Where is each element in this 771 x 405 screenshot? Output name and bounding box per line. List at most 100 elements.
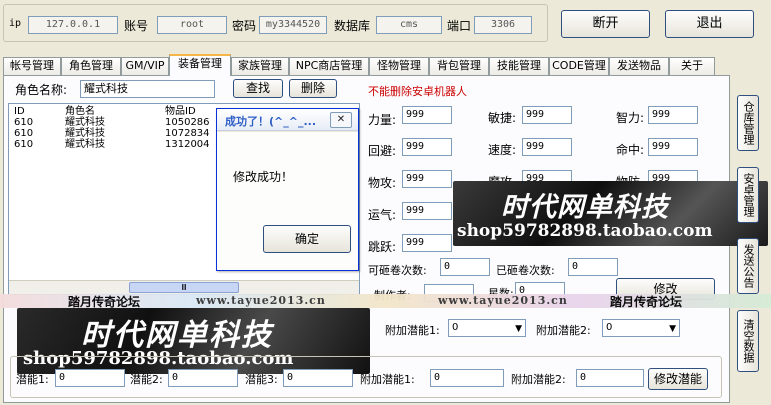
database-field[interactable]: cms [376,16,442,34]
watermark-strip: 踏月传奇论坛 www.tayue2013.cn www.tayue2013.cn… [0,294,771,309]
tab-bag[interactable]: 背包管理 [429,57,489,75]
acc-input[interactable]: 999 [648,138,698,156]
tab-monster[interactable]: 怪物管理 [369,57,429,75]
cell-role: 耀式科技 [65,128,105,139]
scrollbar-thumb[interactable]: Ⅲ [129,282,239,293]
chevron-down-icon: ▼ [515,324,522,334]
close-icon: ✕ [336,114,346,125]
speed-label: 速度: [488,143,517,157]
pot1-label: 潜能1: [16,373,49,386]
tab-gm-vip[interactable]: GM/VIP [121,57,169,75]
table-row[interactable]: 610 耀式科技 1312004 [11,139,228,150]
ip-label: ip [9,18,22,29]
port-label: 端口 [447,19,472,33]
watermark-shop: shop59782898.taobao.com [457,221,713,241]
watermark-brand: 时代网单科技 [501,192,669,223]
luck-input[interactable]: 999 [402,202,452,220]
watermark-forum-right: 踏月传奇论坛 [610,295,683,309]
pot2-label: 潜能2: [130,373,163,386]
tab-skill[interactable]: 技能管理 [489,57,549,75]
dialog-body: 修改成功！ 确定 [217,132,358,270]
success-dialog: 成功了！(^_^_... ✕ 修改成功！ 确定 [216,108,359,271]
extra-pot2-select[interactable]: 0 ▼ [602,319,680,337]
clear-data-button[interactable]: 清空数据 [737,310,759,372]
account-field[interactable]: root [157,16,227,34]
chevron-down-icon: ▼ [669,324,676,334]
extra-pot1-select[interactable]: 0 ▼ [448,319,526,337]
scroll-used-label: 已砸卷次数: [496,264,555,277]
str-input[interactable]: 999 [402,106,452,124]
patk-label: 物攻: [368,176,397,190]
table-row[interactable]: 610 耀式科技 1072834 [11,128,228,139]
extra-pot2-label: 附加潜能2: [536,324,591,337]
scrollbar-grip: Ⅲ [181,283,187,292]
pot3-label: 潜能3: [245,373,278,386]
table-header: ID 角色名 物品ID [11,106,228,117]
dialog-title: 成功了！(^_^_... [225,115,316,128]
tab-send-item[interactable]: 发送物品 [609,57,669,75]
tab-account[interactable]: 帐号管理 [3,57,61,75]
str-label: 力量: [368,113,397,127]
extra2-input[interactable]: 0 [576,369,644,387]
watermark-banner-top: 时代网单科技 shop59782898.taobao.com [453,181,768,246]
jump-input[interactable]: 999 [402,234,452,252]
pot1-input[interactable]: 0 [55,369,125,387]
speed-input[interactable]: 999 [522,138,572,156]
announce-button[interactable]: 发送公告 [737,238,759,294]
column-header-role[interactable]: 角色名 [62,106,162,117]
dialog-close-button[interactable]: ✕ [330,112,352,128]
patk-input[interactable]: 999 [402,170,452,188]
modify-potential-button[interactable]: 修改潜能 [648,368,708,390]
cell-id: 610 [14,117,34,128]
warehouse-button[interactable]: 仓库管理 [737,95,759,151]
dialog-titlebar[interactable]: 成功了！(^_^_... ✕ [217,109,358,131]
password-label: 密码 [232,19,257,33]
luck-label: 运气: [368,208,397,222]
search-button[interactable]: 查找 [233,79,283,98]
jump-label: 跳跃: [368,240,397,254]
ip-field[interactable]: 127.0.0.1 [28,16,118,34]
tab-about[interactable]: 关于 [669,57,715,75]
extra2-label: 附加潜能2: [511,373,566,386]
port-field[interactable]: 3306 [474,16,532,34]
dialog-message: 修改成功！ [233,170,294,184]
scroll-used-input[interactable]: 0 [568,258,618,276]
cell-id: 610 [14,128,34,139]
extra1-label: 附加潜能1: [360,373,415,386]
android-button[interactable]: 安卓管理 [737,167,759,223]
int-input[interactable]: 999 [648,106,698,124]
scroll-avail-input[interactable]: 0 [440,258,490,276]
extra1-input[interactable]: 0 [430,369,504,387]
extra-pot2-value: 0 [606,322,613,333]
database-label: 数据库 [334,19,371,33]
table-row[interactable]: 610 耀式科技 1050286 [11,117,228,128]
disconnect-button[interactable]: 断开 [561,10,650,38]
role-name-input[interactable]: 耀式科技 [80,80,215,98]
watermark-url-left: www.tayue2013.cn [196,294,326,307]
tab-family[interactable]: 家族管理 [231,57,289,75]
pot3-input[interactable]: 0 [283,369,353,387]
delete-button[interactable]: 删除 [289,79,337,98]
pot2-input[interactable]: 0 [168,369,238,387]
warning-text: 不能删除安卓机器人 [368,85,467,98]
dialog-ok-button[interactable]: 确定 [263,225,351,253]
tab-npc-shop[interactable]: NPC商店管理 [289,57,369,75]
cell-role: 耀式科技 [65,139,105,150]
tab-equipment[interactable]: 装备管理 [169,54,231,76]
horizontal-scrollbar[interactable]: Ⅲ [9,280,359,294]
int-label: 智力: [616,111,645,125]
tab-role[interactable]: 角色管理 [61,57,121,75]
item-table: ID 角色名 物品ID 610 耀式科技 1050286 610 耀式科技 10… [11,106,228,150]
avoid-input[interactable]: 999 [402,138,452,156]
account-label: 账号 [124,19,149,33]
dex-label: 敏捷: [488,111,517,125]
tab-code[interactable]: CODE管理 [549,57,609,75]
watermark-url-right: www.tayue2013.cn [438,294,568,307]
avoid-label: 回避: [368,144,397,158]
password-field[interactable]: my3344520 [259,16,327,34]
cell-id: 610 [14,139,34,150]
exit-button[interactable]: 退出 [665,10,754,38]
column-header-id[interactable]: ID [11,106,62,117]
dex-input[interactable]: 999 [522,106,572,124]
role-name-label: 角色名称: [15,83,68,97]
